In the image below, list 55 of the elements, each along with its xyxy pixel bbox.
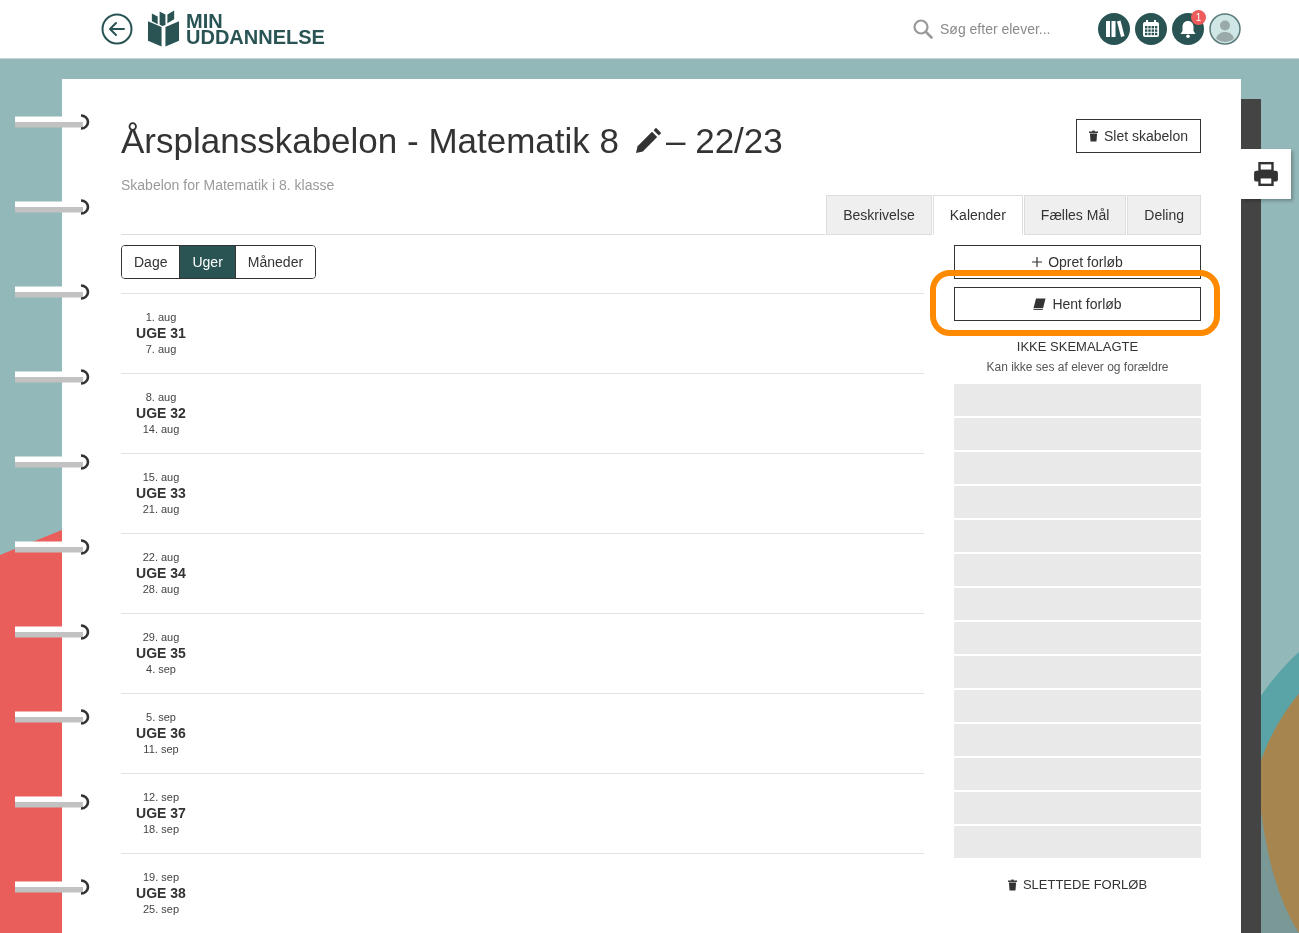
week-start-date: 19. sep (141, 870, 181, 884)
fetch-course-button[interactable]: Hent forløb (954, 287, 1201, 321)
week-end-date: 18. sep (141, 822, 181, 836)
trash-icon (1007, 879, 1017, 891)
week-start-date: 1. aug (144, 310, 178, 324)
deleted-courses-link[interactable]: SLETTEDE FORLØB (1007, 877, 1148, 893)
tab[interactable]: Beskrivelse (826, 195, 932, 235)
week-end-date: 7. aug (144, 342, 178, 356)
tab[interactable]: Deling (1127, 195, 1201, 235)
week-number: UGE 37 (135, 804, 187, 822)
week-number: UGE 33 (135, 484, 187, 502)
view-toggle[interactable]: Måneder (234, 246, 316, 278)
books-icon[interactable] (1098, 13, 1130, 45)
week-number: UGE 34 (135, 564, 187, 582)
tab[interactable]: Fælles Mål (1023, 195, 1127, 235)
search-field[interactable]: Søg efter elever... (940, 19, 1052, 39)
plus-icon (1032, 257, 1043, 267)
trash-icon (1088, 130, 1098, 142)
user-avatar[interactable] (1209, 13, 1241, 45)
week-end-date: 25. sep (141, 902, 181, 916)
week-start-date: 29. aug (141, 630, 181, 644)
logo-text: MIN (186, 13, 223, 29)
week-start-date: 8. aug (144, 390, 178, 404)
print-button[interactable] (1241, 149, 1291, 199)
page-subtitle: Skabelon for Matematik i 8. klasse (121, 176, 336, 194)
section-note: Kan ikke ses af elever og forældre (985, 359, 1170, 375)
week-start-date: 5. sep (145, 710, 177, 724)
pencil-icon[interactable] (634, 127, 662, 155)
page-title: Årsplansskabelon - Matematik 8 (121, 120, 619, 162)
week-number: UGE 38 (135, 884, 187, 902)
week-start-date: 12. sep (141, 790, 181, 804)
notification-badge: 1 (1191, 10, 1206, 25)
delete-template-button[interactable]: Slet skabelon (1075, 119, 1201, 153)
week-number: UGE 32 (135, 404, 187, 422)
book-logo-icon (147, 10, 180, 48)
week-end-date: 28. aug (141, 582, 181, 596)
logo-text: UDDANNELSE (186, 29, 325, 45)
week-number: UGE 35 (135, 644, 187, 662)
calendar-icon[interactable] (1135, 13, 1167, 45)
week-end-date: 21. aug (141, 502, 181, 516)
view-toggle[interactable]: Uger (179, 246, 235, 278)
school-year: – 22/23 (666, 120, 783, 162)
week-end-date: 11. sep (142, 742, 180, 756)
book-icon (1033, 298, 1047, 310)
week-number: UGE 36 (135, 724, 187, 742)
printer-icon (1253, 161, 1279, 187)
week-start-date: 15. aug (141, 470, 181, 484)
search-icon (913, 19, 933, 39)
week-start-date: 22. aug (141, 550, 181, 564)
section-heading: IKKE SKEMALAGTE (1015, 339, 1140, 355)
week-end-date: 14. aug (141, 422, 181, 436)
week-end-date: 4. sep (145, 662, 177, 676)
back-icon[interactable] (101, 13, 133, 45)
tab[interactable]: Kalender (932, 195, 1023, 235)
week-number: UGE 31 (135, 324, 187, 342)
